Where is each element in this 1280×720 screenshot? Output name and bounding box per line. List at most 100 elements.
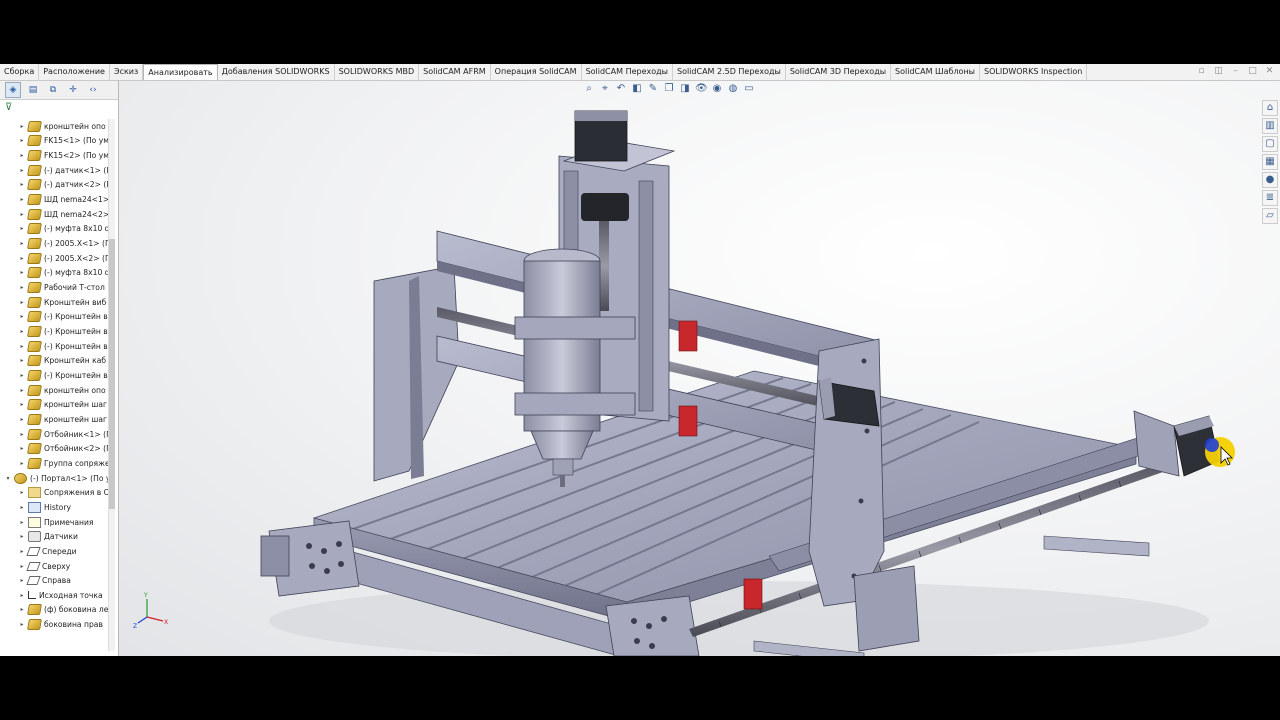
tree-item[interactable]: ▸ (-) Кронштейн в [0,368,108,383]
tree-item[interactable]: ▸ (-) датчик<2> (П [0,178,108,193]
panel-arrows-icon[interactable]: ‹› [85,82,101,98]
expand-arrow-icon[interactable]: ▸ [18,328,26,335]
expand-arrow-icon[interactable]: ▸ [18,401,26,408]
maximize-icon[interactable]: □ [1248,67,1257,76]
tree-item[interactable]: ▸ (-) муфта 8x10 d [0,266,108,281]
tab-5[interactable]: SOLIDWORKS MBD [335,64,420,80]
tab-4[interactable]: Добавления SOLIDWORKS [218,64,335,80]
tree-item[interactable]: ▸ кронштейн шаг [0,412,108,427]
tree-item[interactable]: ▸ (ф) боковина ле [0,603,108,618]
tree-item[interactable]: ▸ (-) датчик<1> (П [0,163,108,178]
tab-0[interactable]: Сборка [0,64,40,80]
tree-item[interactable]: ▸ ШД nema24<1> [0,192,108,207]
tree-item[interactable]: ▸ Отбойник<2> (П [0,441,108,456]
tab-7[interactable]: Операция SolidCAM [491,64,582,80]
expand-arrow-icon[interactable]: ▸ [18,416,26,423]
expand-arrow-icon[interactable]: ▸ [18,255,26,262]
expand-arrow-icon[interactable]: ▸ [18,533,26,540]
tree-item[interactable]: ▸ кронштейн шаг [0,397,108,412]
expand-arrow-icon[interactable]: ▸ [18,196,26,203]
dimxpert-tab-icon[interactable]: ✛ [65,82,81,98]
tree-item[interactable]: ▸ Сопряжения в С [0,485,108,500]
expand-arrow-icon[interactable]: ▸ [18,284,26,291]
gantry-right-side-plate[interactable] [808,338,885,607]
tree-item[interactable]: ▸ боковина прав [0,617,108,632]
expand-arrow-icon[interactable]: ▸ [18,372,26,379]
expand-arrow-icon[interactable]: ▸ [18,313,26,320]
feature-tree-tab-icon[interactable]: ◈ [5,82,21,98]
tree-item[interactable]: ▸ (-) 2005.X<1> (Г [0,236,108,251]
property-manager-tab-icon[interactable]: ▤ [25,82,41,98]
tree-item[interactable]: ▸ FK15<2> (По ум [0,148,108,163]
tree-item[interactable]: ▸ (-) муфта 8x10 d [0,222,108,237]
tab-6[interactable]: SolidCAM AFRM [419,64,491,80]
minimize-icon[interactable]: – [1231,67,1240,76]
tree-scrollbar[interactable] [108,119,115,651]
expand-arrow-icon[interactable]: ▸ [18,167,26,174]
expand-arrow-icon[interactable]: ▸ [18,123,26,130]
expand-arrow-icon[interactable]: ▸ [18,460,26,467]
expand-arrow-icon[interactable]: ▸ [18,489,26,496]
expand-arrow-icon[interactable]: ▸ [18,387,26,394]
tree-item[interactable]: ▸ кронштейн опо [0,383,108,398]
tree-item[interactable]: ▸ кронштейн опо [0,119,108,134]
tree-item[interactable]: ▸ (-) Кронштейн в [0,310,108,325]
tab-10[interactable]: SolidCAM 3D Переходы [786,64,892,80]
tree-item[interactable]: ▸ (-) Кронштейн в [0,339,108,354]
tab-2[interactable]: Эскиз [110,64,144,80]
expand-arrow-icon[interactable]: ▸ [18,592,26,599]
expand-arrow-icon[interactable]: ▸ [18,240,26,247]
expand-arrow-icon[interactable]: ▸ [18,606,26,613]
expand-arrow-icon[interactable]: ▸ [18,445,26,452]
configuration-manager-tab-icon[interactable]: ⧉ [45,82,61,98]
z-ball-screw[interactable] [599,221,609,311]
tree-item[interactable]: ▸ History [0,500,108,515]
tree-item[interactable]: ▸ Сверху [0,559,108,574]
expand-arrow-icon[interactable]: ▸ [18,343,26,350]
cnc-router-model[interactable] [119,81,1280,656]
expand-arrow-icon[interactable]: ▸ [18,563,26,570]
tree-item[interactable]: ▸ Кронштейн виб [0,295,108,310]
tree-item[interactable]: ▸ Отбойник<1> (П [0,427,108,442]
expand-arrow-icon[interactable]: ▸ [18,299,26,306]
tree-item[interactable]: ▸ Датчики [0,529,108,544]
filter-icon[interactable]: ⊽ [0,100,118,114]
tree-item[interactable]: ▸ ШД nema24<2> [0,207,108,222]
expand-arrow-icon[interactable]: ▸ [18,137,26,144]
tree-item[interactable]: ▾ (-) Портал<1> (По у [0,471,108,486]
expand-arrow-icon[interactable]: ▸ [18,357,26,364]
expand-arrow-icon[interactable]: ▸ [18,269,26,276]
graphics-viewport[interactable]: ⌕ ⌖ ↶ ◧ ✎ ❐ ◨ 👁 ◉ ◍ ▭ ⌂ ▥ ▢ ▦ ● ≣ ▱ Y X … [119,81,1280,656]
tab-1[interactable]: Расположение [39,64,110,80]
tree-item[interactable]: ▸ (-) Кронштейн в [0,324,108,339]
tree-item[interactable]: ▸ Справа [0,573,108,588]
expand-arrow-icon[interactable]: ▸ [18,548,26,555]
expand-arrow-icon[interactable]: ▸ [18,519,26,526]
expand-arrow-icon[interactable]: ▸ [18,621,26,628]
tree-item[interactable]: ▸ Спереди [0,544,108,559]
expand-arrow-icon[interactable]: ▸ [18,152,26,159]
tree-item[interactable]: ▸ (-) 2005.X<2> (Г [0,251,108,266]
tab-8[interactable]: SolidCAM Переходы [582,64,673,80]
close-icon[interactable]: ✕ [1265,67,1274,76]
tab-9[interactable]: SolidCAM 2.5D Переходы [673,64,786,80]
restore-icon[interactable]: ▫ [1197,67,1206,76]
expand-arrow-icon[interactable]: ▸ [18,211,26,218]
tree-item[interactable]: ▸ Группа сопряже [0,456,108,471]
tile-icon[interactable]: ◫ [1214,67,1223,76]
tree-item[interactable]: ▸ Рабочий Т-стол [0,280,108,295]
tree-item[interactable]: ▸ Кронштейн каб [0,354,108,369]
tree-item[interactable]: ▸ Исходная точка [0,588,108,603]
tree-item[interactable]: ▸ FK15<1> (По ум [0,134,108,149]
expand-arrow-icon[interactable]: ▸ [18,225,26,232]
tree-scrollbar-thumb[interactable] [109,239,115,509]
tab-11[interactable]: SolidCAM Шаблоны [891,64,980,80]
expand-arrow-icon[interactable]: ▸ [18,181,26,188]
expand-arrow-icon[interactable]: ▸ [18,504,26,511]
expand-arrow-icon[interactable]: ▸ [18,577,26,584]
expand-arrow-icon[interactable]: ▸ [18,431,26,438]
tab-3[interactable]: Анализировать [143,64,218,80]
tab-12[interactable]: SOLIDWORKS Inspection [980,64,1088,80]
expand-arrow-icon[interactable]: ▾ [4,475,12,482]
tree-item[interactable]: ▸ Примечания [0,515,108,530]
